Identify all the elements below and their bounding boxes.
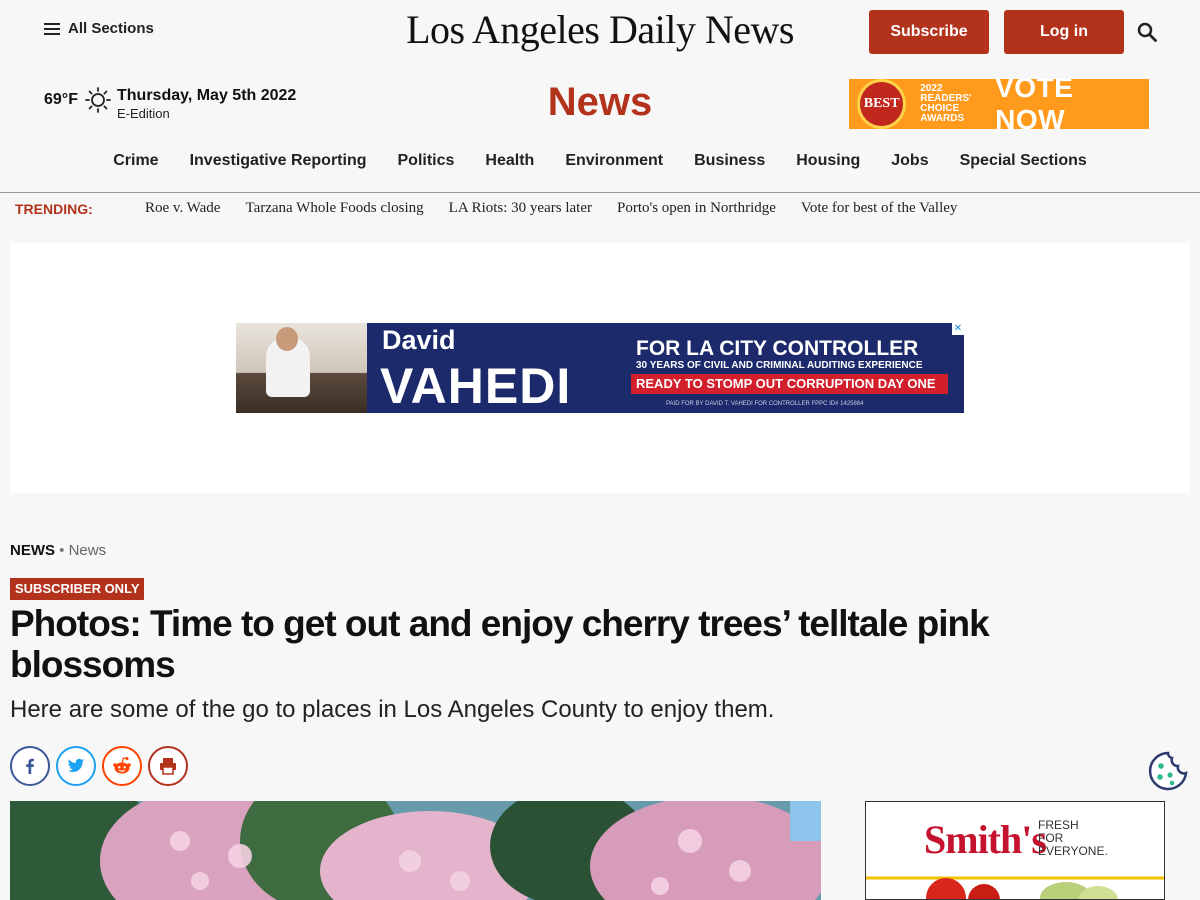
nav-item-environment[interactable]: Environment bbox=[565, 152, 663, 170]
smiths-ad[interactable]: Smith's FRESH FOR EVERYONE. bbox=[865, 801, 1165, 900]
share-twitter-button[interactable] bbox=[56, 746, 96, 786]
ad-headline: FOR LA CITY CONTROLLER bbox=[636, 337, 919, 360]
readers-choice-text: 2022 READERS' CHOICE AWARDS bbox=[920, 83, 972, 124]
nav-item-investigative-reporting[interactable]: Investigative Reporting bbox=[190, 152, 367, 170]
nav-item-health[interactable]: Health bbox=[485, 152, 534, 170]
nav-item-crime[interactable]: Crime bbox=[113, 152, 158, 170]
sun-icon bbox=[85, 87, 111, 113]
breadcrumb-section[interactable]: NEWS bbox=[10, 542, 55, 559]
candidate-last-name: VAHEDI bbox=[380, 358, 572, 413]
site-logo[interactable]: Los Angeles Daily News bbox=[406, 7, 794, 52]
vote-now-ad[interactable]: BEST 2022 READERS' CHOICE AWARDS VOTE NO… bbox=[849, 79, 1149, 129]
vote-now-text: VOTE NOW bbox=[995, 79, 1074, 129]
temperature: 69°F bbox=[44, 91, 78, 108]
article-dek: Here are some of the go to places in Los… bbox=[10, 696, 775, 723]
ad-slogan: READY TO STOMP OUT CORRUPTION DAY ONE bbox=[631, 374, 948, 394]
section-nav: Crime Investigative Reporting Politics H… bbox=[0, 152, 1200, 170]
cherry-blossom-image bbox=[10, 801, 821, 900]
produce-image bbox=[866, 876, 1164, 899]
current-date: Thursday, May 5th 2022 bbox=[117, 87, 297, 104]
top-bar: All Sections Los Angeles Daily News Subs… bbox=[0, 0, 1200, 64]
print-icon bbox=[160, 758, 176, 775]
weather-widget: 69°F bbox=[44, 86, 112, 114]
search-icon[interactable] bbox=[1137, 22, 1157, 42]
twitter-icon bbox=[67, 758, 85, 773]
trending-item[interactable]: Porto's open in Northridge bbox=[617, 200, 776, 217]
best-badge: BEST bbox=[857, 79, 907, 129]
trending-bar: TRENDING: Roe v. Wade Tarzana Whole Food… bbox=[15, 200, 1200, 220]
subscriber-only-badge: SUBSCRIBER ONLY bbox=[10, 578, 145, 600]
trending-item[interactable]: Roe v. Wade bbox=[145, 200, 220, 217]
trending-label: TRENDING: bbox=[15, 201, 93, 217]
login-button[interactable]: Log in bbox=[1004, 10, 1124, 54]
nav-item-politics[interactable]: Politics bbox=[398, 152, 455, 170]
smiths-logo: Smith's bbox=[924, 817, 1047, 862]
ad-disclaimer: PAID FOR BY DAVID T. VAHEDI FOR CONTROLL… bbox=[666, 401, 864, 407]
nav-item-business[interactable]: Business bbox=[694, 152, 765, 170]
share-facebook-button[interactable] bbox=[10, 746, 50, 786]
tagline-line: EVERYONE. bbox=[1038, 844, 1108, 858]
trending-item[interactable]: Tarzana Whole Foods closing bbox=[245, 200, 423, 217]
trending-item[interactable]: LA Riots: 30 years later bbox=[449, 200, 592, 217]
article-headline: Photos: Time to get out and enjoy cherry… bbox=[10, 603, 990, 685]
ad-close-icon[interactable]: ✕ bbox=[952, 323, 964, 335]
reddit-icon bbox=[113, 757, 131, 774]
all-sections-label: All Sections bbox=[68, 20, 154, 37]
date-block: Thursday, May 5th 2022 E-Edition bbox=[117, 87, 296, 121]
subscribe-button[interactable]: Subscribe bbox=[869, 10, 989, 54]
article-hero-image[interactable] bbox=[10, 801, 821, 900]
e-edition-link[interactable]: E-Edition bbox=[117, 106, 296, 121]
candidate-photo bbox=[236, 323, 367, 413]
nav-divider bbox=[0, 192, 1200, 193]
cookie-preferences-icon[interactable] bbox=[1148, 751, 1188, 791]
menu-icon bbox=[44, 22, 60, 35]
candidate-first-name: David bbox=[382, 325, 456, 355]
all-sections-button[interactable]: All Sections bbox=[44, 20, 154, 37]
print-button[interactable] bbox=[148, 746, 188, 786]
trending-list: Roe v. Wade Tarzana Whole Foods closing … bbox=[145, 200, 957, 217]
share-reddit-button[interactable] bbox=[102, 746, 142, 786]
breadcrumb-separator: • bbox=[55, 542, 69, 559]
nav-item-special-sections[interactable]: Special Sections bbox=[960, 152, 1087, 170]
nav-item-housing[interactable]: Housing bbox=[796, 152, 860, 170]
trending-item[interactable]: Vote for best of the Valley bbox=[801, 200, 958, 217]
breadcrumb: NEWS • News bbox=[10, 542, 106, 559]
facebook-icon bbox=[26, 758, 34, 774]
ad-subline: 30 YEARS OF CIVIL AND CRIMINAL AUDITING … bbox=[636, 360, 923, 371]
candidate-head bbox=[276, 327, 298, 351]
breadcrumb-subsection[interactable]: News bbox=[69, 542, 107, 559]
smiths-tagline: FRESH FOR EVERYONE. bbox=[1038, 819, 1108, 858]
vahedi-banner-ad[interactable]: David VAHEDI FOR LA CITY CONTROLLER 30 Y… bbox=[236, 323, 964, 413]
nav-item-jobs[interactable]: Jobs bbox=[891, 152, 928, 170]
